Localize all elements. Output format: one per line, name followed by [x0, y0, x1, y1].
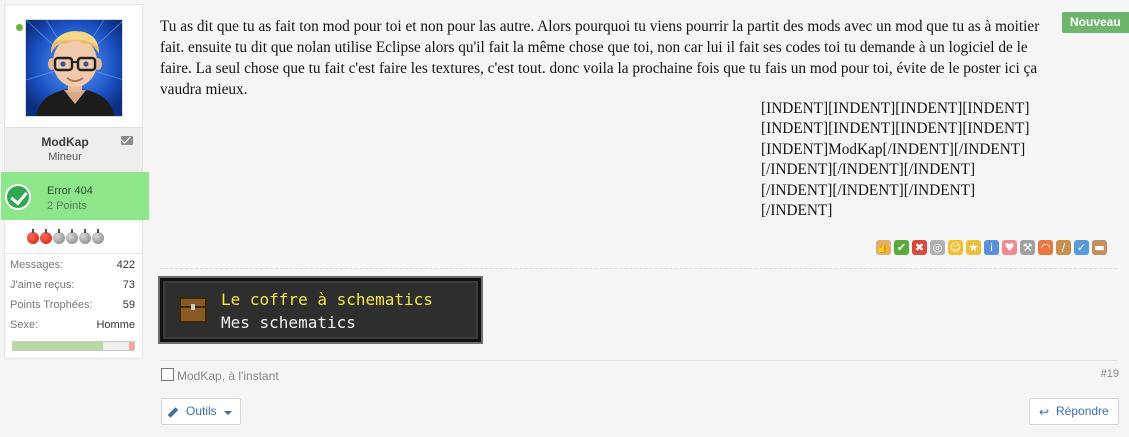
- rainbow-icon[interactable]: ◠: [1038, 240, 1053, 255]
- apple-empty-icon: [66, 229, 78, 244]
- envelope-icon[interactable]: [121, 136, 133, 145]
- avatar-image: [26, 20, 122, 116]
- apple-empty-icon: [92, 229, 104, 244]
- apple-filled-icon: [27, 229, 39, 244]
- stat-label: Messages:: [10, 259, 64, 271]
- facepalm-icon[interactable]: ◎: [930, 240, 945, 255]
- info-icon[interactable]: i: [984, 240, 999, 255]
- indent-line: [/INDENT][/INDENT][/INDENT]: [761, 181, 976, 199]
- reply-button[interactable]: ↩ Répondre: [1029, 398, 1119, 425]
- stat-row-likes: J'aime reçus: 73: [5, 274, 142, 294]
- tools-button[interactable]: Outils: [161, 398, 241, 425]
- indent-line: [INDENT][INDENT][INDENT][INDENT]: [761, 120, 1030, 138]
- laugh-icon[interactable]: ☺: [948, 240, 963, 255]
- stat-row-messages: Messages: 422: [5, 254, 142, 274]
- signature-title[interactable]: Le coffre à schematics: [221, 290, 433, 309]
- check-circle-icon: [5, 184, 31, 210]
- gender-bar-male-fill: [13, 342, 103, 350]
- post-author-date[interactable]: ModKap, à l'instant: [177, 369, 279, 383]
- message-text: Tu as dit que tu as fait ton mod pour to…: [160, 18, 1040, 98]
- post-number[interactable]: #19: [1101, 368, 1119, 380]
- apple-filled-icon: [40, 229, 52, 244]
- apple-empty-icon: [53, 229, 65, 244]
- apple-empty-icon: [79, 229, 91, 244]
- stat-value: Homme: [96, 319, 135, 331]
- indent-line: [INDENT][INDENT][INDENT][INDENT]: [761, 100, 1030, 117]
- message-user-info: ModKap Mineur Error 404 2 Points Message…: [1, 4, 149, 359]
- medal-icon[interactable]: ★: [966, 240, 981, 255]
- stat-label: J'aime reçus:: [10, 279, 75, 291]
- reaction-bar: 👍 ✔ ✖ ◎ ☺ ★ i ♥ ⚒ ◠ / ✓ ▬: [876, 240, 1107, 255]
- trophy-points: 2 Points: [47, 200, 87, 212]
- user-title: Mineur: [48, 151, 82, 163]
- indent-line: [/INDENT]: [761, 202, 833, 220]
- trophy-name: Error 404: [47, 185, 93, 197]
- trophy-banner[interactable]: Error 404 2 Points: [1, 172, 149, 220]
- online-status-indicator: [15, 23, 24, 32]
- signature-divider: [160, 268, 1117, 269]
- stat-label: Points Trophées:: [10, 299, 93, 311]
- chest-icon: [179, 297, 207, 323]
- user-stats: Messages: 422 J'aime reçus: 73 Points Tr…: [5, 253, 142, 334]
- stat-row-gender: Sexe: Homme: [5, 314, 142, 334]
- rating-apples: [27, 229, 104, 244]
- new-badge: Nouveau: [1062, 12, 1129, 33]
- avatar[interactable]: [25, 19, 123, 117]
- message-meta-divider: [160, 360, 1117, 361]
- user-name-block: ModKap Mineur: [5, 127, 142, 173]
- stat-value[interactable]: 422: [117, 259, 135, 271]
- stat-value[interactable]: 59: [123, 299, 135, 311]
- gender-bar: [12, 341, 135, 351]
- tools-button-label: Outils: [186, 404, 217, 418]
- caret-down-icon: [224, 411, 232, 415]
- signature-banner[interactable]: Le coffre à schematics Mes schematics: [158, 276, 483, 344]
- stat-row-trophy-points: Points Trophées: 59: [5, 294, 142, 314]
- reply-arrow-icon: ↩: [1039, 405, 1050, 419]
- thumbs-up-icon[interactable]: 👍: [876, 240, 891, 255]
- reply-button-label: Répondre: [1056, 404, 1109, 418]
- signature-subtitle[interactable]: Mes schematics: [221, 313, 356, 332]
- heart-icon[interactable]: ♥: [1002, 240, 1017, 255]
- brush-icon[interactable]: /: [1056, 240, 1071, 255]
- indent-line: [INDENT]ModKap[/INDENT][/INDENT]: [761, 140, 1026, 158]
- wrench-icon[interactable]: ⚒: [1020, 240, 1035, 255]
- select-post-checkbox[interactable]: [161, 368, 174, 381]
- gender-bar-female-fill: [129, 342, 134, 350]
- username-link[interactable]: ModKap: [5, 135, 125, 149]
- pencil-icon: [167, 407, 179, 418]
- cross-icon[interactable]: ✖: [912, 240, 927, 255]
- stat-label: Sexe:: [10, 319, 39, 331]
- spelling-icon[interactable]: ✓: [1074, 240, 1089, 255]
- indent-bbcode-block: [INDENT][INDENT][INDENT][INDENT] [INDENT…: [761, 99, 1051, 221]
- check-icon[interactable]: ✔: [894, 240, 909, 255]
- box-icon[interactable]: ▬: [1092, 240, 1107, 255]
- indent-line: [/INDENT][/INDENT][/INDENT]: [761, 161, 976, 179]
- stat-value: 73: [122, 279, 135, 291]
